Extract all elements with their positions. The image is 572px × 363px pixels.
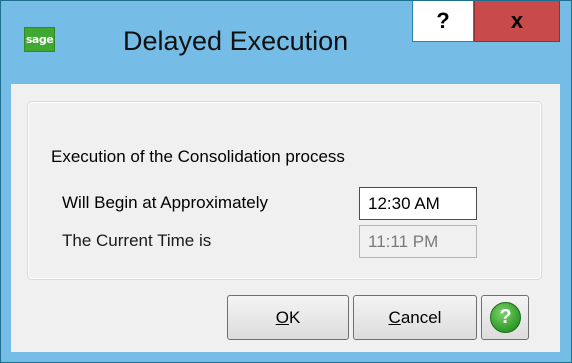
dialog-window: sage Delayed Execution ? x Execution of … (0, 0, 572, 363)
close-icon: x (510, 8, 524, 33)
ok-label-rest: K (288, 308, 301, 327)
current-time-label: The Current Time is (62, 231, 212, 250)
cancel-mnemonic: C (388, 308, 401, 327)
cancel-button[interactable]: Cancel (353, 295, 477, 340)
dialog-body: Execution of the Consolidation process W… (11, 84, 560, 352)
execution-groupbox: Execution of the Consolidation process W… (27, 101, 542, 280)
window-title: Delayed Execution (123, 26, 349, 56)
green-question-circle-icon: ? (490, 302, 521, 333)
begin-label: Will Begin at Approximately (62, 193, 268, 212)
help-button[interactable]: ? (481, 295, 529, 340)
question-mark-icon: ? (436, 8, 450, 33)
group-heading: Execution of the Consolidation process (51, 147, 345, 166)
title-help-button[interactable]: ? (412, 1, 474, 42)
sage-logo-icon: sage (24, 27, 55, 52)
current-time-field (359, 225, 477, 258)
title-bar[interactable]: sage Delayed Execution ? x (1, 1, 571, 83)
cancel-label-rest: ancel (400, 308, 442, 327)
begin-time-field[interactable] (359, 187, 477, 220)
ok-button[interactable]: OK (227, 295, 349, 340)
ok-mnemonic: O (275, 308, 289, 327)
title-close-button[interactable]: x (474, 1, 560, 42)
